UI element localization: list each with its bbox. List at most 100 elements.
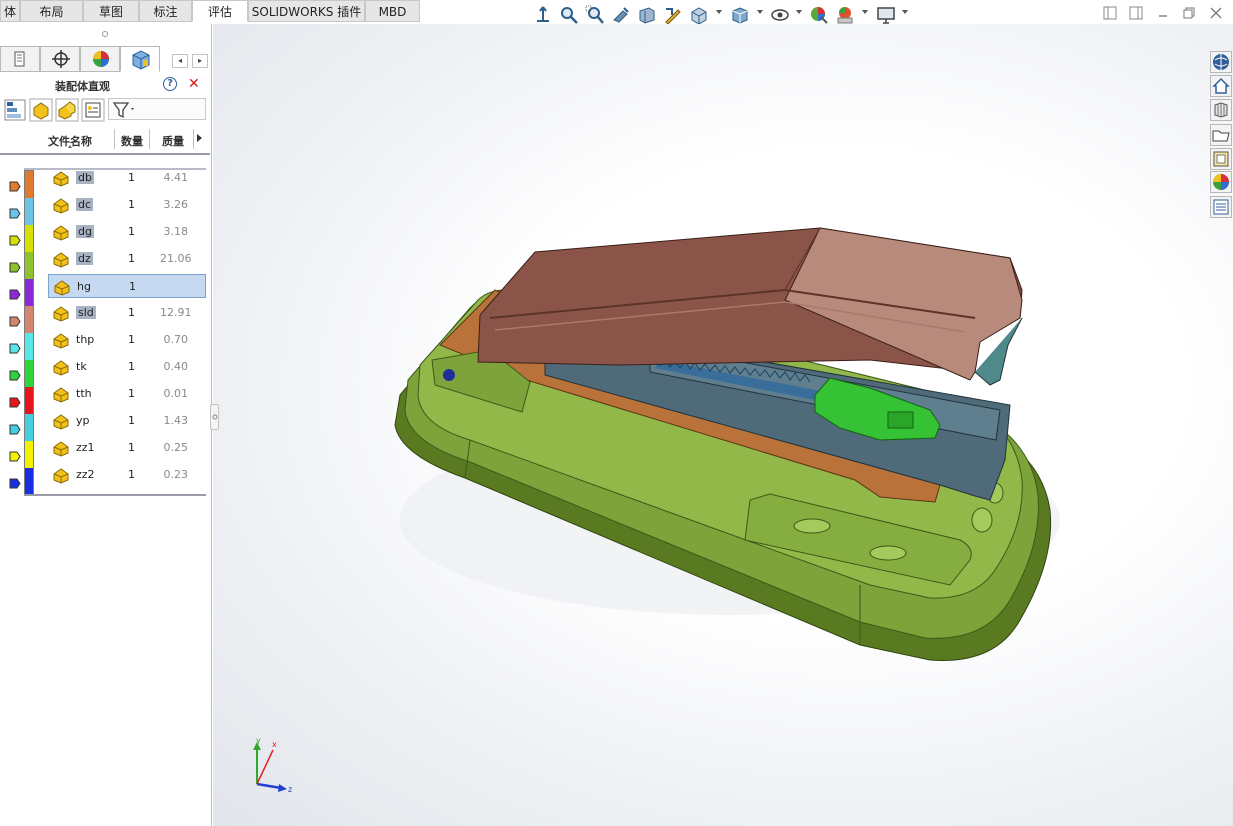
custom-properties-icon[interactable] — [1210, 196, 1232, 218]
color-marker-icon[interactable] — [9, 208, 21, 219]
chevron-down-icon[interactable] — [716, 10, 722, 14]
tab-evaluate[interactable]: 评估 — [192, 0, 248, 22]
view-settings-icon[interactable] — [876, 5, 896, 25]
component-mass: 0.40 — [163, 360, 189, 373]
dock-right-icon[interactable] — [1127, 6, 1145, 24]
color-scale-bar — [24, 170, 34, 495]
tab-layout[interactable]: 布局 — [20, 0, 83, 22]
chevron-down-icon[interactable] — [757, 10, 763, 14]
panel-collapse-handle[interactable] — [210, 404, 219, 430]
view-orientation-cube-icon[interactable] — [689, 5, 709, 25]
view-orientation-icon[interactable] — [533, 5, 553, 25]
zoom-to-area-icon[interactable] — [585, 5, 605, 25]
tab-markup[interactable]: 标注 — [139, 0, 192, 22]
group-by-subassembly-icon[interactable] — [55, 98, 79, 122]
list-item[interactable]: sld 1 12.91 — [48, 301, 206, 325]
list-item[interactable]: hg 1 — [48, 274, 206, 298]
list-item[interactable]: dc 1 3.26 — [48, 193, 206, 217]
list-item[interactable]: tth 1 0.01 — [48, 382, 206, 406]
home-icon[interactable] — [1210, 75, 1232, 97]
zoom-to-fit-icon[interactable] — [559, 5, 579, 25]
tab-scroll-right-icon[interactable]: ▸ — [192, 54, 208, 68]
properties-list-icon[interactable] — [81, 98, 105, 122]
color-scale-segment — [25, 333, 33, 360]
column-separator[interactable] — [193, 129, 194, 149]
color-scale-icon[interactable] — [3, 98, 27, 122]
tab-property-manager[interactable] — [40, 46, 80, 72]
stapler-assembly-model[interactable] — [213, 24, 1233, 826]
list-item[interactable]: thp 1 0.70 — [48, 328, 206, 352]
list-item[interactable]: zz2 1 0.23 — [48, 463, 206, 487]
hide-show-items-icon[interactable] — [770, 5, 790, 25]
tab-mbd[interactable]: MBD — [365, 0, 420, 22]
component-name: dc — [76, 198, 94, 211]
edit-appearance-icon[interactable] — [809, 5, 829, 25]
color-marker-icon[interactable] — [9, 397, 21, 408]
filter-box[interactable] — [108, 98, 206, 120]
tab-sketch[interactable]: 草图 — [83, 0, 139, 22]
list-item[interactable]: db 1 4.41 — [48, 166, 206, 190]
display-style-icon[interactable] — [730, 5, 750, 25]
appearances-icon[interactable] — [1210, 171, 1232, 193]
column-separator[interactable] — [149, 129, 150, 149]
dock-left-icon[interactable] — [1101, 6, 1119, 24]
color-marker-icon[interactable] — [9, 451, 21, 462]
tab-feature-manager[interactable] — [0, 46, 40, 72]
chevron-down-icon[interactable] — [902, 10, 908, 14]
column-quantity[interactable]: 数量 — [121, 133, 143, 149]
list-item[interactable]: dg 1 3.18 — [48, 220, 206, 244]
component-name: tk — [76, 360, 87, 373]
section-view-icon[interactable] — [637, 5, 657, 25]
column-mass[interactable]: 质量 — [162, 133, 184, 149]
coordinate-triad: y x z — [253, 736, 292, 794]
panel-splitter-handle[interactable] — [101, 30, 109, 38]
color-marker-icon[interactable] — [9, 181, 21, 192]
color-marker-icon[interactable] — [9, 424, 21, 435]
filter-icon[interactable] — [112, 101, 138, 119]
dynamic-annotation-icon[interactable] — [663, 5, 683, 25]
color-marker-icon[interactable] — [9, 262, 21, 273]
design-library-icon[interactable] — [1210, 99, 1232, 121]
view-palette-icon[interactable] — [1210, 148, 1232, 170]
component-name: dz — [76, 252, 93, 265]
tab-assembly-visualization[interactable] — [120, 46, 160, 72]
component-name: zz1 — [76, 441, 95, 454]
component-quantity: 1 — [128, 468, 135, 481]
close-icon[interactable]: ✕ — [188, 76, 200, 92]
list-item[interactable]: tk 1 0.40 — [48, 355, 206, 379]
tab-scroll-left-icon[interactable]: ◂ — [172, 54, 188, 68]
solidworks-resources-icon[interactable] — [1210, 51, 1232, 73]
color-marker-icon[interactable] — [9, 343, 21, 354]
file-explorer-icon[interactable] — [1210, 124, 1232, 146]
chevron-down-icon[interactable] — [796, 10, 802, 14]
close-window-icon[interactable] — [1207, 6, 1225, 24]
group-by-part-icon[interactable] — [29, 98, 53, 122]
component-name-text: thp — [76, 333, 95, 346]
component-mass: 12.91 — [160, 306, 192, 319]
component-mass: 0.23 — [163, 468, 189, 481]
color-marker-icon[interactable] — [9, 235, 21, 246]
more-columns-icon[interactable] — [197, 134, 202, 142]
component-name-text: zz1 — [76, 441, 95, 454]
part-icon — [53, 225, 69, 241]
previous-view-icon[interactable] — [611, 5, 631, 25]
column-separator[interactable] — [114, 129, 115, 149]
minimize-icon[interactable] — [1154, 6, 1172, 24]
chevron-down-icon[interactable] — [862, 10, 868, 14]
apply-scene-icon[interactable] — [835, 5, 855, 25]
graphics-area[interactable]: y x z — [213, 24, 1233, 826]
help-icon[interactable]: ? — [163, 77, 177, 91]
list-item[interactable]: dz 1 21.06 — [48, 247, 206, 271]
list-item[interactable]: zz1 1 0.25 — [48, 436, 206, 460]
list-item[interactable]: yp 1 1.43 — [48, 409, 206, 433]
panel-title: 装配体直观 — [55, 80, 110, 93]
component-mass: 4.41 — [163, 171, 189, 184]
color-marker-icon[interactable] — [9, 316, 21, 327]
restore-icon[interactable] — [1180, 6, 1198, 24]
color-marker-icon[interactable] — [9, 370, 21, 381]
tab-display-manager[interactable] — [80, 46, 120, 72]
tab-solidworks-addins[interactable]: SOLIDWORKS 插件 — [248, 0, 365, 22]
color-marker-icon[interactable] — [9, 289, 21, 300]
color-marker-icon[interactable] — [9, 478, 21, 489]
tab-features[interactable]: 体 — [0, 0, 20, 22]
